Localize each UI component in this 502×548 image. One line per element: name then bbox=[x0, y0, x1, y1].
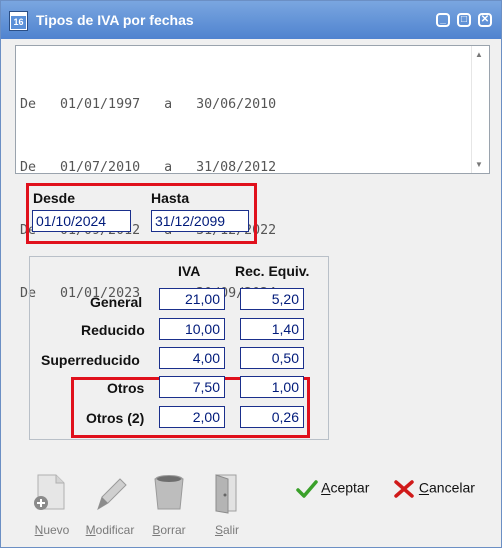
borrar-button[interactable]: Borrar bbox=[142, 469, 196, 539]
iva-dates-window: 16 Tipos de IVA por fechas _ □ ✕ De 01/0… bbox=[0, 0, 502, 548]
rec-equiv-column-header: Rec. Equiv. bbox=[235, 263, 310, 279]
calendar-icon: 16 bbox=[9, 11, 28, 31]
superreducido-rec-field[interactable]: 0,50 bbox=[240, 347, 304, 369]
minimize-icon[interactable]: _ bbox=[436, 13, 450, 27]
general-iva-field[interactable]: 21,00 bbox=[159, 288, 225, 310]
otros2-rec-field[interactable]: 0,26 bbox=[240, 406, 304, 428]
new-document-icon bbox=[34, 474, 65, 510]
row-label-reducido: Reducido bbox=[81, 322, 145, 338]
nuevo-button[interactable]: Nuevo bbox=[26, 469, 78, 539]
close-icon[interactable]: ✕ bbox=[478, 13, 492, 27]
borrar-label: Borrar bbox=[152, 523, 186, 537]
iva-column-header: IVA bbox=[178, 263, 201, 279]
trash-icon bbox=[154, 475, 184, 510]
reducido-iva-field[interactable]: 10,00 bbox=[159, 318, 225, 340]
date-ranges-list[interactable]: De 01/01/1997 a 30/06/2010 De 01/07/2010… bbox=[15, 45, 490, 301]
otros-rec-field[interactable]: 1,00 bbox=[240, 376, 304, 398]
list-item[interactable]: De 01/07/2010 a 31/08/2012 bbox=[20, 157, 276, 178]
cross-icon bbox=[394, 480, 414, 498]
otros2-iva-field[interactable]: 2,00 bbox=[159, 406, 225, 428]
salir-button[interactable]: Salir bbox=[200, 469, 254, 539]
calendar-icon-day: 16 bbox=[11, 16, 26, 29]
row-label-otros-2: Otros (2) bbox=[86, 410, 145, 426]
cancelar-button[interactable]: Cancelar bbox=[393, 479, 475, 499]
desde-label: Desde bbox=[33, 190, 76, 206]
window-title: Tipos de IVA por fechas bbox=[36, 12, 194, 28]
list-item[interactable]: De 01/01/1997 a 30/06/2010 bbox=[20, 94, 276, 115]
desde-field[interactable]: 01/10/2024 bbox=[32, 210, 131, 232]
exit-door-icon bbox=[215, 474, 237, 514]
cancelar-label: Cancelar bbox=[418, 479, 475, 496]
row-label-general: General bbox=[90, 294, 143, 310]
scroll-up-arrow-icon[interactable]: ▲ bbox=[475, 50, 483, 59]
title-bar[interactable]: 16 Tipos de IVA por fechas _ □ ✕ bbox=[1, 1, 501, 39]
hasta-label: Hasta bbox=[151, 190, 190, 206]
row-label-otros: Otros bbox=[107, 380, 145, 396]
maximize-icon[interactable]: □ bbox=[457, 13, 471, 27]
otros-iva-field[interactable]: 7,50 bbox=[159, 376, 225, 398]
row-label-superreducido: Superreducido bbox=[41, 352, 140, 368]
checkmark-icon bbox=[296, 480, 318, 498]
salir-label: Salir bbox=[214, 523, 240, 537]
modificar-button[interactable]: Modificar bbox=[82, 469, 138, 539]
nuevo-label: Nuevo bbox=[34, 523, 70, 537]
reducido-rec-field[interactable]: 1,40 bbox=[240, 318, 304, 340]
scroll-down-arrow-icon[interactable]: ▼ bbox=[475, 160, 483, 169]
superreducido-iva-field[interactable]: 4,00 bbox=[159, 347, 225, 369]
hasta-field[interactable]: 31/12/2099 bbox=[151, 210, 249, 232]
pencil-icon bbox=[97, 478, 127, 511]
aceptar-label: Aceptar bbox=[321, 479, 370, 496]
aceptar-button[interactable]: Aceptar bbox=[296, 479, 369, 499]
vertical-scrollbar[interactable]: ▲ ▼ bbox=[471, 46, 489, 173]
general-rec-field[interactable]: 5,20 bbox=[240, 288, 304, 310]
client-area: De 01/01/1997 a 30/06/2010 De 01/07/2010… bbox=[4, 39, 498, 545]
modificar-label: Modificar bbox=[85, 523, 135, 537]
